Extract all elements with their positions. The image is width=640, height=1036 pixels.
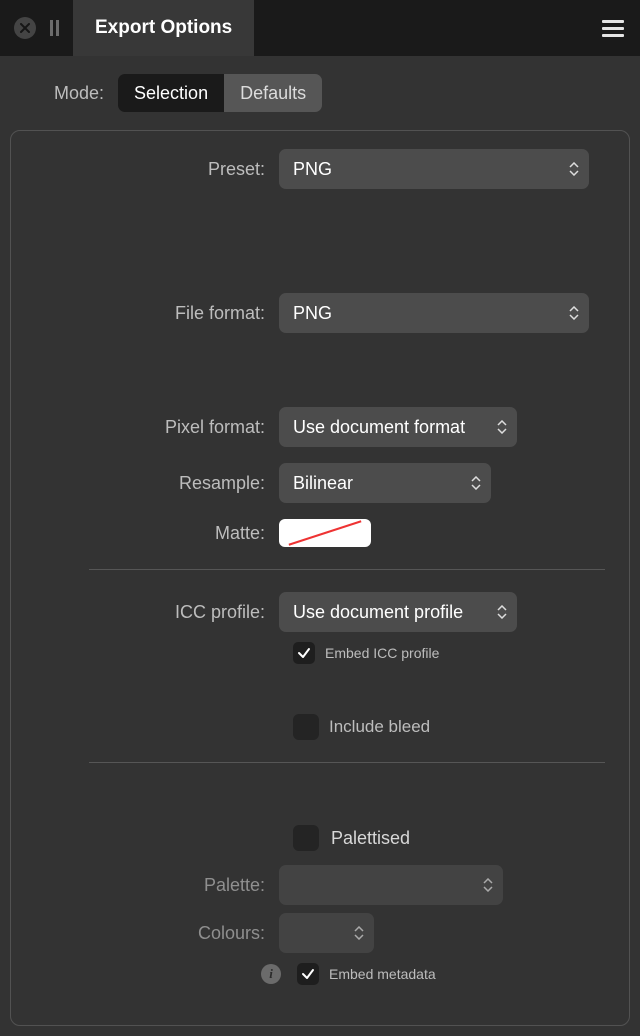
chevron-updown-icon xyxy=(471,476,481,490)
panel-tab-export-options[interactable]: Export Options xyxy=(73,0,254,56)
icc-profile-dropdown[interactable]: Use document profile xyxy=(279,592,517,632)
file-format-dropdown[interactable]: PNG xyxy=(279,293,589,333)
icc-profile-row: ICC profile: Use document profile xyxy=(35,592,605,632)
chevron-updown-icon xyxy=(497,605,507,619)
close-button[interactable] xyxy=(14,17,36,39)
embed-icc-label: Embed ICC profile xyxy=(325,645,439,661)
include-bleed-checkbox[interactable] xyxy=(293,714,319,740)
embed-metadata-label: Embed metadata xyxy=(329,966,436,982)
file-format-label: File format: xyxy=(35,303,279,324)
icc-profile-value: Use document profile xyxy=(293,602,463,623)
resample-label: Resample: xyxy=(35,473,279,494)
palettised-row: Palettised xyxy=(35,825,605,851)
colours-label: Colours: xyxy=(35,923,279,944)
chevron-updown-icon xyxy=(569,162,579,176)
palette-dropdown[interactable] xyxy=(279,865,503,905)
chevron-updown-icon xyxy=(354,926,364,940)
panel-body: Mode: Selection Defaults Preset: PNG Fil… xyxy=(0,56,640,1036)
file-format-row: File format: PNG xyxy=(35,293,605,333)
icc-profile-label: ICC profile: xyxy=(35,602,279,623)
panel-menu-button[interactable] xyxy=(602,20,624,37)
pause-icon xyxy=(50,20,59,36)
palettised-label: Palettised xyxy=(331,828,410,849)
info-icon[interactable]: i xyxy=(261,964,281,984)
resample-dropdown[interactable]: Bilinear xyxy=(279,463,491,503)
chevron-updown-icon xyxy=(569,306,579,320)
chevron-updown-icon xyxy=(497,420,507,434)
panel-header: Export Options xyxy=(0,0,640,56)
embed-metadata-row: i Embed metadata xyxy=(35,963,605,985)
pixel-format-label: Pixel format: xyxy=(35,417,279,438)
file-format-value: PNG xyxy=(293,303,332,324)
matte-row: Matte: xyxy=(35,519,605,547)
settings-group: Preset: PNG File format: PNG P xyxy=(10,130,630,1026)
preset-value: PNG xyxy=(293,159,332,180)
divider xyxy=(89,569,605,570)
pixel-format-dropdown[interactable]: Use document format xyxy=(279,407,517,447)
mode-selection-button[interactable]: Selection xyxy=(118,74,224,112)
matte-color-swatch[interactable] xyxy=(279,519,371,547)
palette-row: Palette: xyxy=(35,865,605,905)
mode-defaults-button[interactable]: Defaults xyxy=(224,74,322,112)
colours-stepper[interactable] xyxy=(279,913,374,953)
mode-label: Mode: xyxy=(54,83,104,104)
matte-label: Matte: xyxy=(35,523,279,544)
embed-metadata-checkbox[interactable] xyxy=(297,963,319,985)
pixel-format-row: Pixel format: Use document format xyxy=(35,407,605,447)
palette-label: Palette: xyxy=(35,875,279,896)
preset-label: Preset: xyxy=(35,159,279,180)
palettised-checkbox[interactable] xyxy=(293,825,319,851)
colours-row: Colours: xyxy=(35,913,605,953)
resample-row: Resample: Bilinear xyxy=(35,463,605,503)
embed-icc-checkbox[interactable] xyxy=(293,642,315,664)
include-bleed-row: Include bleed xyxy=(35,714,605,740)
chevron-updown-icon xyxy=(483,878,493,892)
include-bleed-label: Include bleed xyxy=(329,717,430,737)
mode-row: Mode: Selection Defaults xyxy=(10,74,630,112)
resample-value: Bilinear xyxy=(293,473,353,494)
panel-title: Export Options xyxy=(95,17,232,39)
preset-row: Preset: PNG xyxy=(35,149,605,189)
preset-dropdown[interactable]: PNG xyxy=(279,149,589,189)
pixel-format-value: Use document format xyxy=(293,417,465,438)
mode-toggle: Selection Defaults xyxy=(118,74,322,112)
embed-icc-row: Embed ICC profile xyxy=(35,642,605,664)
divider xyxy=(89,762,605,763)
